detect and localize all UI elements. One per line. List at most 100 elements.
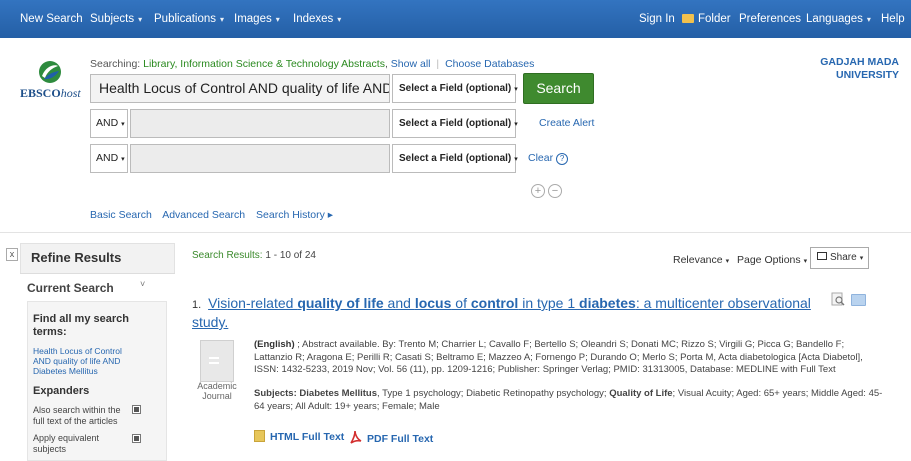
results-range: 1 - 10 of 24 bbox=[265, 250, 316, 261]
pdf-icon bbox=[350, 430, 362, 444]
add-row-icon[interactable]: + bbox=[531, 184, 545, 198]
subjects-label: Subjects: bbox=[254, 388, 297, 399]
help-icon[interactable]: ? bbox=[556, 153, 569, 165]
nav-help[interactable]: Help bbox=[881, 0, 905, 38]
collapse-chevron-icon[interactable]: ˅ bbox=[140, 279, 145, 289]
add-to-folder-icon[interactable] bbox=[851, 294, 866, 306]
create-alert-link[interactable]: Create Alert bbox=[539, 117, 594, 129]
field-select-1[interactable]: Select a Field (optional) ▾ bbox=[392, 74, 518, 103]
result-title-link[interactable]: Vision-related quality of life and locus… bbox=[192, 295, 811, 330]
logo-text-bold: EBSCO bbox=[20, 86, 61, 100]
result-language: (English) bbox=[254, 339, 295, 350]
subject-link[interactable]: Quality of Life bbox=[609, 388, 672, 399]
search-history-link[interactable]: Search History ▸ bbox=[256, 209, 333, 221]
institution-name: GADJAH MADA UNIVERSITY bbox=[820, 56, 899, 82]
choose-databases-link[interactable]: Choose Databases bbox=[445, 58, 534, 70]
pdf-full-text-link[interactable]: PDF Full Text bbox=[349, 428, 433, 445]
nav-subjects[interactable]: Subjects ▾ bbox=[90, 0, 142, 38]
academic-journal-icon bbox=[200, 340, 234, 382]
title-part: of bbox=[451, 295, 471, 311]
result-details: ; Abstract available. By: Trento M; Char… bbox=[254, 339, 863, 375]
close-panel-icon[interactable]: x bbox=[6, 248, 18, 261]
preview-magnifier-icon[interactable] bbox=[831, 292, 845, 306]
chevron-down-icon: ▾ bbox=[859, 255, 864, 262]
share-button[interactable]: Share ▾ bbox=[810, 247, 869, 269]
searching-line: Searching: Library, Information Science … bbox=[90, 58, 535, 70]
title-part-highlight: quality of life bbox=[297, 295, 384, 311]
current-search-title[interactable]: Current Search bbox=[27, 281, 114, 295]
chevron-down-icon: ▾ bbox=[725, 258, 730, 265]
title-part-highlight: control bbox=[470, 295, 519, 311]
show-all-link[interactable]: Show all bbox=[391, 58, 431, 70]
field-select-label: Select a Field (optional) bbox=[399, 83, 512, 94]
bool-operator-select-2[interactable]: AND ▾ bbox=[90, 109, 128, 138]
doc-type-line-2: Journal bbox=[202, 391, 232, 401]
nav-new-search[interactable]: New Search bbox=[20, 0, 83, 38]
nav-folder-label: Folder bbox=[698, 13, 731, 25]
institution-line-2: UNIVERSITY bbox=[835, 69, 899, 81]
basic-search-link[interactable]: Basic Search bbox=[90, 209, 152, 221]
title-part-highlight: locus bbox=[414, 295, 452, 311]
title-part-highlight: diabetes bbox=[579, 295, 636, 311]
nav-publications[interactable]: Publications ▾ bbox=[154, 0, 224, 38]
searching-label: Searching: bbox=[90, 58, 141, 70]
separator: | bbox=[436, 58, 440, 70]
doc-type-label: Academic Journal bbox=[196, 381, 238, 401]
page-options-label: Page Options bbox=[737, 254, 801, 266]
title-part: in type 1 bbox=[518, 295, 580, 311]
field-select-2[interactable]: Select a Field (optional) ▾ bbox=[392, 109, 518, 138]
find-all-terms-label: Find all my search terms: bbox=[33, 313, 129, 338]
page-options-dropdown[interactable]: Page Options ▾ bbox=[737, 254, 807, 266]
refine-results-title: Refine Results bbox=[31, 250, 122, 265]
search-input-2[interactable] bbox=[130, 109, 390, 138]
search-terms-link[interactable]: Health Locus of Control AND quality of l… bbox=[33, 346, 133, 376]
search-button[interactable]: Search bbox=[523, 73, 594, 104]
nav-sign-in[interactable]: Sign In bbox=[639, 0, 675, 38]
nav-images-label: Images bbox=[234, 13, 272, 25]
expander-full-text-label: Also search within the full text of the … bbox=[33, 405, 121, 426]
chevron-down-icon: ▾ bbox=[121, 121, 125, 128]
sort-relevance-dropdown[interactable]: Relevance ▾ bbox=[673, 254, 729, 266]
nav-folder[interactable]: Folder bbox=[682, 0, 731, 38]
expanders-title: Expanders bbox=[33, 385, 90, 397]
bool-operator-label: AND bbox=[96, 152, 119, 164]
nav-subjects-label: Subjects bbox=[90, 13, 135, 25]
html-full-text-link[interactable]: HTML Full Text bbox=[254, 428, 344, 443]
title-part: Vision-related bbox=[208, 295, 298, 311]
nav-indexes[interactable]: Indexes ▾ bbox=[293, 0, 341, 38]
advanced-search-link[interactable]: Advanced Search bbox=[162, 209, 245, 221]
chevron-down-icon: ▾ bbox=[514, 86, 518, 93]
share-label: Share bbox=[830, 252, 857, 263]
search-input-1[interactable]: Health Locus of Control AND quality of l… bbox=[90, 74, 390, 103]
nav-languages[interactable]: Languages ▾ bbox=[806, 0, 871, 38]
clear-link[interactable]: Clear? bbox=[528, 152, 569, 165]
expander-full-text-checkbox[interactable] bbox=[132, 405, 141, 414]
field-select-3[interactable]: Select a Field (optional) ▾ bbox=[392, 144, 518, 173]
ebsco-logo-text[interactable]: EBSCOhost bbox=[20, 86, 81, 101]
subject-link[interactable]: Diabetes Mellitus bbox=[299, 388, 377, 399]
nav-languages-label: Languages bbox=[806, 13, 863, 25]
field-select-label: Select a Field (optional) bbox=[399, 118, 512, 129]
title-part: and bbox=[383, 295, 415, 311]
remove-row-icon[interactable]: − bbox=[548, 184, 562, 198]
chevron-down-icon: ▾ bbox=[220, 15, 225, 24]
section-divider bbox=[0, 232, 911, 233]
html-full-text-label: HTML Full Text bbox=[270, 431, 345, 443]
html-full-text-icon bbox=[254, 430, 265, 442]
bool-operator-label: AND bbox=[96, 117, 119, 129]
results-label: Search Results: bbox=[192, 250, 263, 261]
ebsco-logo-icon[interactable] bbox=[38, 60, 62, 84]
bool-operator-select-3[interactable]: AND ▾ bbox=[90, 144, 128, 173]
pdf-full-text-label: PDF Full Text bbox=[367, 433, 434, 445]
result-citation: (English) ; Abstract available. By: Tren… bbox=[254, 339, 884, 377]
top-nav-bar: New Search Subjects ▾ Publications ▾ Image… bbox=[0, 0, 911, 38]
share-icon bbox=[817, 252, 827, 260]
nav-preferences[interactable]: Preferences bbox=[739, 0, 801, 38]
nav-images[interactable]: Images ▾ bbox=[234, 0, 280, 38]
results-count: Search Results: 1 - 10 of 24 bbox=[192, 250, 316, 261]
chevron-down-icon: ▾ bbox=[514, 121, 518, 128]
expander-equivalent-subjects-checkbox[interactable] bbox=[132, 434, 141, 443]
chevron-down-icon: ▾ bbox=[275, 15, 280, 24]
search-input-3[interactable] bbox=[130, 144, 390, 173]
chevron-down-icon: ▾ bbox=[121, 156, 125, 163]
